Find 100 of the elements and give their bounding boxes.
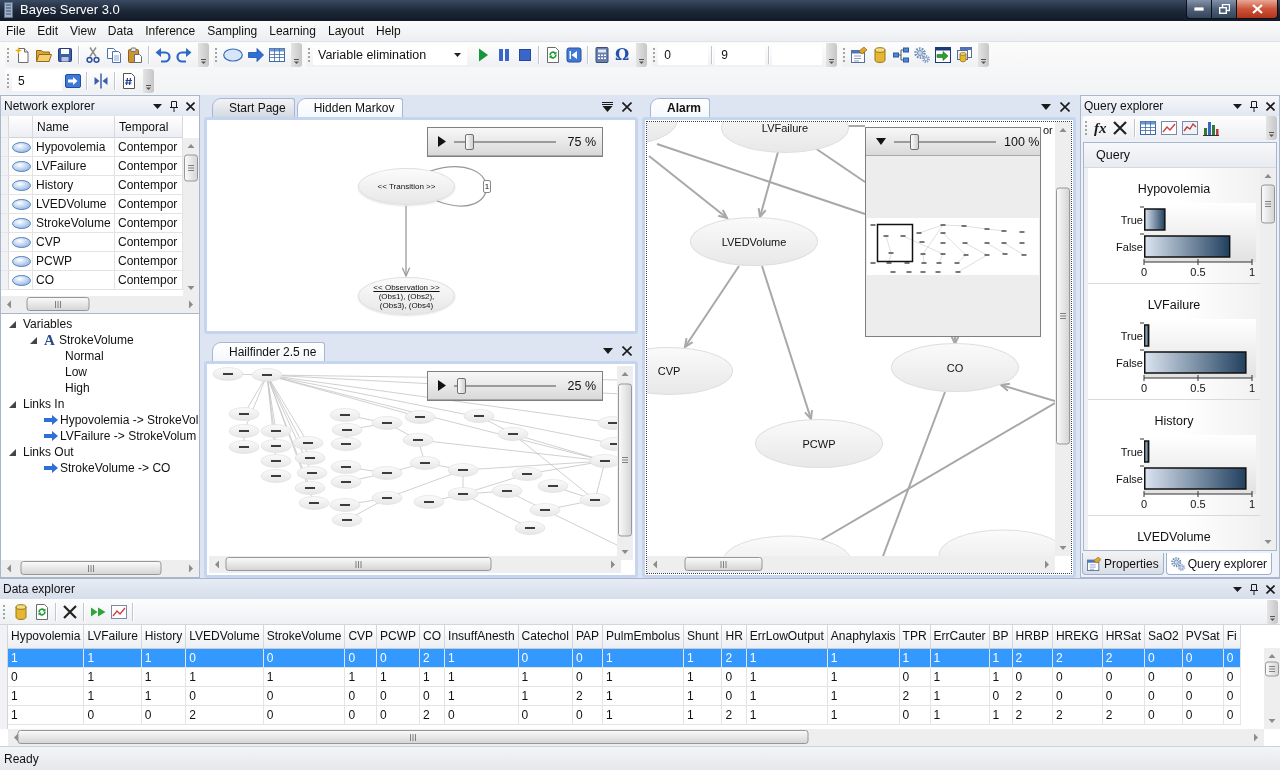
- menu-item[interactable]: Help: [370, 21, 407, 41]
- tree-item[interactable]: Normal: [65, 349, 104, 363]
- close-icon[interactable]: [186, 101, 195, 111]
- column-header[interactable]: LVFailure: [83, 625, 142, 648]
- minimize-button[interactable]: [1186, 0, 1212, 19]
- document-tab[interactable]: Alarm: [650, 98, 710, 117]
- delete-icon[interactable]: [61, 603, 78, 620]
- tree-item[interactable]: Low: [65, 365, 87, 379]
- caret-down-icon[interactable]: [9, 320, 16, 328]
- column-header[interactable]: CVP: [344, 625, 377, 648]
- menu-item[interactable]: File: [0, 21, 32, 41]
- tree-item[interactable]: StrokeVolume -> CO: [60, 461, 171, 475]
- pin-icon[interactable]: [1250, 583, 1258, 595]
- pin-icon[interactable]: [170, 100, 178, 112]
- column-header[interactable]: InsuffAnesth: [444, 625, 519, 648]
- clipboard-icon[interactable]: [126, 47, 143, 63]
- stop-icon[interactable]: [516, 47, 533, 63]
- number-field[interactable]: 0: [658, 45, 709, 65]
- close-icon[interactable]: [1266, 101, 1275, 111]
- column-header[interactable]: HREKG: [1052, 625, 1103, 648]
- number-field[interactable]: 9: [715, 45, 766, 65]
- column-header[interactable]: TPR: [899, 625, 931, 648]
- column-header[interactable]: StrokeVolume: [263, 625, 345, 648]
- number-field[interactable]: 5: [12, 71, 62, 91]
- calculator-icon[interactable]: [593, 47, 610, 63]
- tree-item[interactable]: LVFailure -> StrokeVolum: [60, 429, 197, 443]
- line-chart-icon[interactable]: [110, 603, 127, 620]
- toolbar-overflow-icon[interactable]: [978, 43, 990, 67]
- toolbar-overflow-icon[interactable]: [143, 69, 154, 93]
- database-icon[interactable]: [12, 603, 29, 620]
- scissors-icon[interactable]: [84, 47, 101, 63]
- close-icon[interactable]: [1060, 102, 1070, 112]
- restore-icon[interactable]: [1218, 4, 1230, 14]
- caret-down-icon[interactable]: [9, 448, 16, 456]
- column-header[interactable]: Temporal: [115, 116, 183, 138]
- toolbar-overflow-icon[interactable]: [826, 43, 838, 67]
- formula-button[interactable]: fx: [1094, 120, 1107, 136]
- line-chart-icon[interactable]: [1182, 120, 1198, 136]
- column-header[interactable]: PCWP: [376, 625, 420, 648]
- omega-button[interactable]: Ω: [615, 47, 630, 63]
- column-header[interactable]: PAP: [572, 625, 603, 648]
- properties-icon[interactable]: [850, 47, 867, 63]
- caret-down-icon[interactable]: [876, 138, 886, 145]
- menu-item[interactable]: Sampling: [201, 21, 264, 41]
- tree-item[interactable]: StrokeVolume: [59, 333, 134, 347]
- tree-item[interactable]: Links In: [23, 397, 65, 411]
- horizontal-scrollbar[interactable]: [1, 560, 199, 577]
- column-header[interactable]: Shunt: [683, 625, 722, 648]
- column-header[interactable]: CO: [419, 625, 445, 648]
- document-list-icon[interactable]: [602, 102, 613, 112]
- arrow-right-icon[interactable]: [247, 47, 264, 63]
- hierarchy-icon[interactable]: [892, 47, 909, 63]
- caret-down-icon[interactable]: [9, 400, 16, 408]
- database-icon[interactable]: [871, 47, 888, 63]
- tree-item[interactable]: Hypovolemia -> StrokeVol: [60, 413, 199, 427]
- column-header[interactable]: Catechol: [518, 625, 573, 648]
- menu-item[interactable]: Edit: [31, 21, 65, 41]
- column-header[interactable]: HRBP: [1012, 625, 1053, 648]
- database-window-icon[interactable]: [955, 47, 972, 63]
- toolbar-overflow-icon[interactable]: [1266, 116, 1277, 140]
- split-arrows-icon[interactable]: [92, 73, 109, 89]
- undo-icon[interactable]: [154, 47, 171, 63]
- toolbar-overflow-icon[interactable]: [198, 43, 209, 67]
- column-header[interactable]: Anaphylaxis: [827, 625, 900, 648]
- vertical-scrollbar[interactable]: [183, 138, 199, 296]
- vertical-scrollbar[interactable]: [1264, 648, 1280, 729]
- menu-item[interactable]: Inference: [139, 21, 202, 41]
- column-header[interactable]: History: [141, 625, 186, 648]
- horizontal-scrollbar[interactable]: [8, 729, 1264, 746]
- column-header[interactable]: LVEDVolume: [185, 625, 264, 648]
- menu-item[interactable]: View: [64, 21, 102, 41]
- dropdown-icon[interactable]: [1233, 103, 1242, 109]
- column-header[interactable]: PVSat: [1182, 625, 1224, 648]
- column-header[interactable]: Name: [33, 116, 115, 138]
- close-icon[interactable]: [1266, 584, 1275, 594]
- close-icon[interactable]: [622, 102, 632, 112]
- menu-item[interactable]: Data: [101, 21, 140, 41]
- caret-down-icon[interactable]: [30, 336, 37, 344]
- panel-tab[interactable]: Properties: [1082, 553, 1164, 575]
- menu-item[interactable]: Layout: [322, 21, 370, 41]
- dropdown-icon[interactable]: [1233, 586, 1242, 592]
- menu-item[interactable]: Learning: [263, 21, 322, 41]
- pin-icon[interactable]: [1250, 100, 1258, 112]
- column-header[interactable]: HRSat: [1102, 625, 1145, 648]
- save-icon[interactable]: [56, 47, 73, 63]
- copy-icon[interactable]: [105, 47, 122, 63]
- refresh-document-icon[interactable]: [544, 47, 561, 63]
- new-file-icon[interactable]: [14, 47, 31, 63]
- vertical-scrollbar[interactable]: [617, 366, 633, 560]
- vertical-scrollbar[interactable]: [1260, 168, 1276, 550]
- close-button[interactable]: [1236, 0, 1278, 19]
- minimap[interactable]: [867, 217, 1039, 275]
- horizontal-scrollbar[interactable]: [1, 296, 199, 313]
- panel-tab[interactable]: Query explorer: [1165, 553, 1273, 575]
- column-header[interactable]: HR: [721, 625, 747, 648]
- delete-icon[interactable]: [1112, 120, 1128, 136]
- column-header[interactable]: ErrCauter: [930, 625, 990, 648]
- column-header[interactable]: BP: [989, 625, 1013, 648]
- slider-thumb[interactable]: [465, 133, 475, 150]
- hash-document-icon[interactable]: [120, 73, 137, 89]
